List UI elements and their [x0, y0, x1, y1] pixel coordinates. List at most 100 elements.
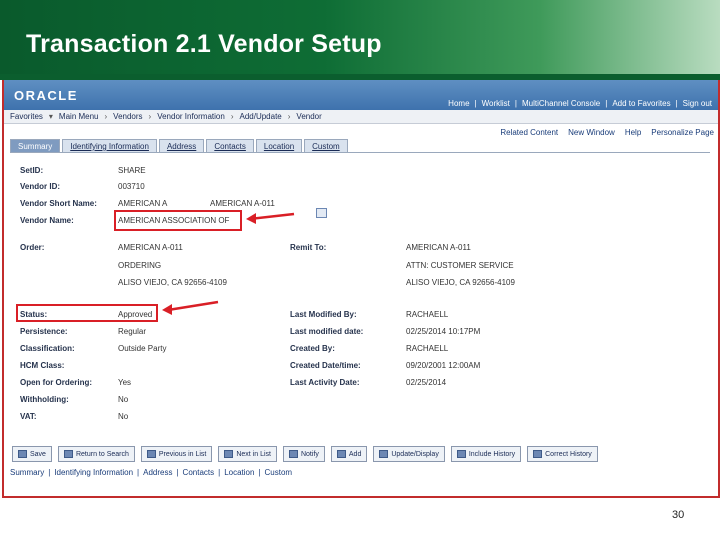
- footer-links: Summary | Identifying Information | Addres…: [10, 468, 293, 477]
- vendor-name-highlight: [114, 210, 242, 231]
- crumb-vendor[interactable]: Vendor: [296, 112, 321, 121]
- remit-line-3: ALISO VIEJO, CA 92656-4109: [406, 278, 515, 287]
- link-worklist[interactable]: Worklist: [482, 99, 510, 108]
- crumb-main-menu[interactable]: Main Menu: [59, 112, 99, 121]
- vendor-name-arrow: [246, 212, 295, 224]
- classification-label: Classification:: [20, 344, 75, 353]
- withholding-value: No: [118, 395, 129, 404]
- open-for-ordering-label: Open for Ordering:: [20, 378, 92, 387]
- previous-icon: [146, 450, 156, 458]
- add-icon: [336, 450, 346, 458]
- tab-contacts[interactable]: Contacts: [206, 139, 254, 153]
- return-to-search-button[interactable]: Return to Search: [57, 446, 135, 462]
- crumb-vendors[interactable]: Vendors: [113, 112, 142, 121]
- top-links: Home | Worklist | MultiChannel Console | Ad…: [448, 99, 712, 108]
- notify-button[interactable]: Notify: [282, 446, 325, 462]
- previous-in-list-button[interactable]: Previous in List: [140, 446, 213, 462]
- include-history-button[interactable]: Include History: [450, 446, 522, 462]
- edit-icon[interactable]: [316, 208, 327, 218]
- status-label: Status:: [20, 310, 48, 319]
- last-activity-label: Last Activity Date:: [290, 378, 360, 387]
- personalize-page-link[interactable]: Personalize Page: [651, 128, 714, 137]
- notify-icon: [288, 450, 298, 458]
- withholding-label: Withholding:: [20, 395, 69, 404]
- link-add-favorites[interactable]: Add to Favorites: [612, 99, 670, 108]
- next-icon: [224, 450, 234, 458]
- link-multichannel[interactable]: MultiChannel Console: [522, 99, 600, 108]
- created-datetime-label: Created Date/time:: [290, 361, 361, 370]
- created-by-value: RACHAELL: [406, 344, 449, 353]
- setid-value: SHARE: [118, 166, 146, 175]
- last-activity-value: 02/25/2014: [406, 378, 447, 387]
- breadcrumb: Favorites ▾ Main Menu › Vendors › Vendor In…: [4, 110, 718, 124]
- crumb-favorites[interactable]: Favorites: [10, 112, 43, 121]
- short-name-value-2: AMERICAN A-011: [210, 199, 275, 208]
- link-sign-out[interactable]: Sign out: [683, 99, 712, 108]
- footer-link-custom[interactable]: Custom: [265, 468, 293, 477]
- history-icon: [456, 450, 466, 458]
- status-arrow: [162, 300, 219, 315]
- update-display-button[interactable]: Update/Display: [373, 446, 445, 462]
- order-label: Order:: [20, 243, 45, 252]
- crumb-add-update[interactable]: Add/Update: [239, 112, 281, 121]
- vat-label: VAT:: [20, 412, 37, 421]
- tab-location[interactable]: Location: [255, 139, 303, 153]
- vendor-id-label: Vendor ID:: [20, 182, 61, 191]
- tab-identifying-information[interactable]: Identifying Information: [62, 139, 157, 153]
- short-name-label: Vendor Short Name:: [20, 199, 97, 208]
- slide-page-number: 30: [672, 509, 685, 521]
- tab-summary[interactable]: Summary: [10, 139, 61, 153]
- footer-link-identifying[interactable]: Identifying Information: [54, 468, 133, 477]
- open-for-ordering-value: Yes: [118, 378, 132, 387]
- action-toolbar: Save Return to Search Previous in List N…: [12, 446, 598, 462]
- return-icon: [63, 450, 73, 458]
- app-topbar: ORACLE Home | Worklist | MultiChannel Cons…: [4, 80, 718, 110]
- help-link[interactable]: Help: [625, 128, 641, 137]
- new-window-link[interactable]: New Window: [568, 128, 615, 137]
- tab-divider: [10, 152, 710, 153]
- related-links: Related Content New Window Help Personal…: [500, 128, 714, 137]
- slide-title: Transaction 2.1 Vendor Setup: [26, 30, 382, 58]
- vat-value: No: [118, 412, 129, 421]
- order-line-2: ORDERING: [118, 261, 162, 270]
- next-in-list-button[interactable]: Next in List: [218, 446, 277, 462]
- footer-link-location[interactable]: Location: [224, 468, 254, 477]
- last-modified-date-label: Last modified date:: [290, 327, 364, 336]
- footer-link-address[interactable]: Address: [143, 468, 172, 477]
- footer-link-contacts[interactable]: Contacts: [183, 468, 215, 477]
- footer-link-summary[interactable]: Summary: [10, 468, 44, 477]
- save-button[interactable]: Save: [12, 446, 52, 462]
- peoplesoft-screenshot: ORACLE Home | Worklist | MultiChannel Cons…: [2, 80, 720, 498]
- save-icon: [18, 450, 27, 458]
- tab-address[interactable]: Address: [158, 139, 205, 153]
- crumb-vendor-information[interactable]: Vendor Information: [157, 112, 225, 121]
- order-line-3: ALISO VIEJO, CA 92656-4109: [118, 278, 227, 287]
- last-modified-date-value: 02/25/2014 10:17PM: [406, 327, 481, 336]
- last-modified-by-label: Last Modified By:: [290, 310, 357, 319]
- tab-custom[interactable]: Custom: [304, 139, 348, 153]
- remit-label: Remit To:: [290, 243, 327, 252]
- page-tabs: Summary Identifying Information Address …: [10, 139, 348, 153]
- update-icon: [379, 450, 389, 458]
- remit-line-2: ATTN: CUSTOMER SERVICE: [406, 261, 514, 270]
- related-content-link[interactable]: Related Content: [500, 128, 558, 137]
- short-name-value: AMERICAN A: [118, 199, 168, 208]
- persistence-label: Persistence:: [20, 327, 68, 336]
- last-modified-by-value: RACHAELL: [406, 310, 449, 319]
- add-button[interactable]: Add: [330, 446, 368, 462]
- correct-history-button[interactable]: Correct History: [527, 446, 598, 462]
- setid-label: SetID:: [20, 166, 44, 175]
- status-value: Approved: [118, 310, 153, 319]
- remit-line-1: AMERICAN A-011: [406, 243, 471, 252]
- created-by-label: Created By:: [290, 344, 335, 353]
- correct-icon: [533, 450, 543, 458]
- link-home[interactable]: Home: [448, 99, 469, 108]
- hcm-class-label: HCM Class:: [20, 361, 65, 370]
- persistence-value: Regular: [118, 327, 147, 336]
- created-datetime-value: 09/20/2001 12:00AM: [406, 361, 481, 370]
- order-line-1: AMERICAN A-011: [118, 243, 183, 252]
- classification-value: Outside Party: [118, 344, 167, 353]
- vendor-id-value: 003710: [118, 182, 145, 191]
- vendor-name-label: Vendor Name:: [20, 216, 74, 225]
- oracle-logo: ORACLE: [14, 88, 78, 103]
